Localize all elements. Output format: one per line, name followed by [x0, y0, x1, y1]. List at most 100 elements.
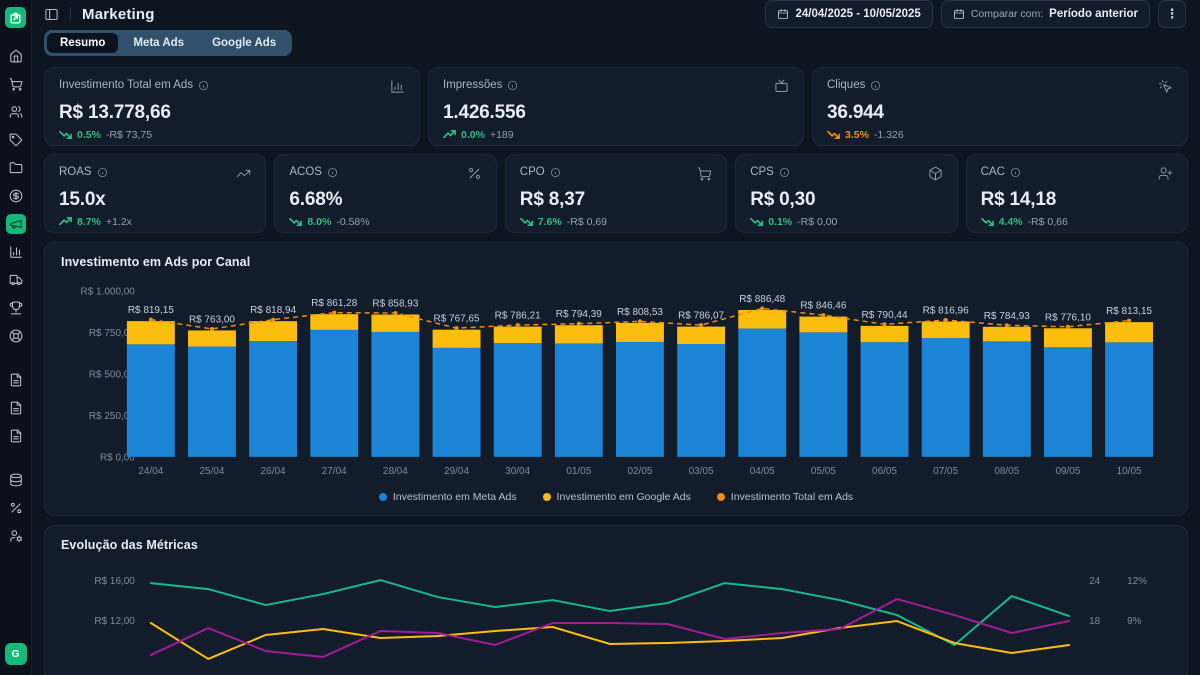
- svg-text:24/04: 24/04: [138, 466, 163, 477]
- panel-left-icon: [44, 7, 59, 22]
- svg-text:07/05: 07/05: [933, 466, 958, 477]
- svg-text:R$ 813,15: R$ 813,15: [1106, 306, 1152, 317]
- sidebar-item-support[interactable]: [6, 326, 26, 346]
- tab-bar: Resumo Meta Ads Google Ads: [44, 30, 292, 56]
- kpi-value: 36.944: [827, 102, 1173, 124]
- sidebar-item-tags[interactable]: [6, 130, 26, 150]
- kpi-label: CPO: [520, 166, 545, 178]
- info-icon[interactable]: [779, 167, 790, 178]
- sidebar-item-user-settings[interactable]: [6, 526, 26, 546]
- sidebar: G: [0, 0, 32, 675]
- sidebar-item-discounts[interactable]: [6, 498, 26, 518]
- app-logo[interactable]: [5, 7, 26, 28]
- svg-text:18: 18: [1089, 616, 1101, 627]
- svg-text:R$ 786,21: R$ 786,21: [495, 311, 541, 322]
- svg-text:R$ 767,65: R$ 767,65: [434, 314, 480, 325]
- sidebar-item-report-2[interactable]: [6, 398, 26, 418]
- svg-text:05/05: 05/05: [811, 466, 836, 477]
- sidebar-item-analytics[interactable]: [6, 242, 26, 262]
- svg-text:R$ 12,00: R$ 12,00: [94, 616, 135, 627]
- svg-text:30/04: 30/04: [505, 466, 530, 477]
- trend-arrow-icon: [981, 215, 994, 228]
- sidebar-item-report-3[interactable]: [6, 426, 26, 446]
- svg-text:04/05: 04/05: [750, 466, 775, 477]
- info-icon[interactable]: [327, 167, 338, 178]
- kpi-trend: 7.6%-R$ 0,69: [520, 215, 712, 228]
- svg-text:R$ 776,10: R$ 776,10: [1045, 312, 1091, 323]
- kpi-label: ACOS: [289, 166, 322, 178]
- kpi-value: R$ 13.778,66: [59, 102, 405, 124]
- kpi-label: CPS: [750, 166, 774, 178]
- svg-text:R$ 808,53: R$ 808,53: [617, 307, 663, 318]
- sidebar-item-goals[interactable]: [6, 298, 26, 318]
- kpi-card-impressoes: Impressões 1.426.556 0.0%+189: [428, 67, 804, 146]
- sidebar-nav: [6, 46, 26, 546]
- legend-item[interactable]: Investimento em Meta Ads: [379, 491, 517, 503]
- kpi-card-cps: CPS R$ 0,30 0.1%-R$ 0,00: [735, 154, 957, 233]
- svg-text:28/04: 28/04: [383, 466, 408, 477]
- cart-icon: [697, 166, 712, 186]
- bar-chart-legend: Investimento em Meta Ads Investimento em …: [61, 491, 1171, 503]
- svg-text:R$ 790,44: R$ 790,44: [862, 310, 908, 321]
- tag-icon: [9, 133, 23, 147]
- sidebar-item-logistics[interactable]: [6, 270, 26, 290]
- tab-meta-ads[interactable]: Meta Ads: [120, 33, 197, 53]
- calendar-icon: [953, 8, 965, 20]
- svg-text:12%: 12%: [1127, 576, 1147, 587]
- sidebar-item-database[interactable]: [6, 470, 26, 490]
- sidebar-item-catalog[interactable]: [6, 158, 26, 178]
- user-cog-icon: [9, 529, 23, 543]
- top-bar: Marketing 24/04/2025 - 10/05/2025 Compar…: [32, 0, 1200, 28]
- kpi-trend: 4.4%-R$ 0,66: [981, 215, 1173, 228]
- info-icon[interactable]: [1010, 167, 1021, 178]
- sidebar-item-customers[interactable]: [6, 102, 26, 122]
- trend-arrow-icon: [827, 128, 840, 141]
- panel-toggle-button[interactable]: [44, 7, 59, 22]
- info-icon[interactable]: [97, 167, 108, 178]
- legend-dot-icon: [717, 493, 725, 501]
- svg-text:08/05: 08/05: [994, 466, 1019, 477]
- app-root: G Marketing 24/04/2025 - 10/05/2025 Comp…: [0, 0, 1200, 675]
- kpi-card-cliques: Cliques 36.944 3.5%-1.326: [812, 67, 1188, 146]
- tab-google-ads[interactable]: Google Ads: [199, 33, 289, 53]
- folder-icon: [9, 161, 23, 175]
- info-icon[interactable]: [870, 80, 881, 91]
- more-options-button[interactable]: ⋮: [1158, 0, 1186, 28]
- compare-period-button[interactable]: Comparar com: Período anterior: [941, 0, 1150, 28]
- sidebar-item-report-1[interactable]: [6, 370, 26, 390]
- info-icon[interactable]: [550, 167, 561, 178]
- legend-item[interactable]: Investimento Total em Ads: [717, 491, 853, 503]
- package-icon: [928, 166, 943, 186]
- circle-dollar-icon: [9, 189, 23, 203]
- svg-text:26/04: 26/04: [261, 466, 286, 477]
- user-avatar[interactable]: G: [5, 643, 27, 665]
- page-title: Marketing: [82, 6, 155, 23]
- bar-chart: R$ 1.000,00R$ 750,00R$ 500,00R$ 250,00R$…: [61, 277, 1171, 488]
- tv-icon: [774, 79, 789, 99]
- percent-icon: [9, 501, 23, 515]
- svg-text:R$ 16,00: R$ 16,00: [94, 576, 135, 587]
- sidebar-item-home[interactable]: [6, 46, 26, 66]
- svg-text:R$ 861,28: R$ 861,28: [311, 298, 357, 309]
- kpi-card-acos: ACOS 6.68% 8.0%-0.58%: [274, 154, 496, 233]
- kpi-label: Investimento Total em Ads: [59, 79, 193, 91]
- legend-item[interactable]: Investimento em Google Ads: [543, 491, 691, 503]
- trend-arrow-icon: [59, 128, 72, 141]
- trend-arrow-icon: [443, 128, 456, 141]
- kpi-trend: 8.0%-0.58%: [289, 215, 481, 228]
- info-icon[interactable]: [507, 80, 518, 91]
- kpi-card-cac: CAC R$ 14,18 4.4%-R$ 0,66: [966, 154, 1188, 233]
- sidebar-item-marketing[interactable]: [6, 214, 26, 234]
- cursor-click-icon: [1158, 79, 1173, 99]
- svg-text:01/05: 01/05: [566, 466, 591, 477]
- info-icon[interactable]: [198, 80, 209, 91]
- sidebar-item-finance[interactable]: [6, 186, 26, 206]
- svg-text:R$ 886,48: R$ 886,48: [739, 294, 785, 305]
- chart-column-icon: [390, 79, 405, 99]
- bar-chart-card: Investimento em Ads por Canal R$ 1.000,0…: [44, 242, 1188, 516]
- date-range-button[interactable]: 24/04/2025 - 10/05/2025: [765, 0, 932, 28]
- tab-resumo[interactable]: Resumo: [47, 33, 118, 53]
- shopping-cart-icon: [9, 77, 23, 91]
- sidebar-item-orders[interactable]: [6, 74, 26, 94]
- trend-arrow-icon: [59, 215, 72, 228]
